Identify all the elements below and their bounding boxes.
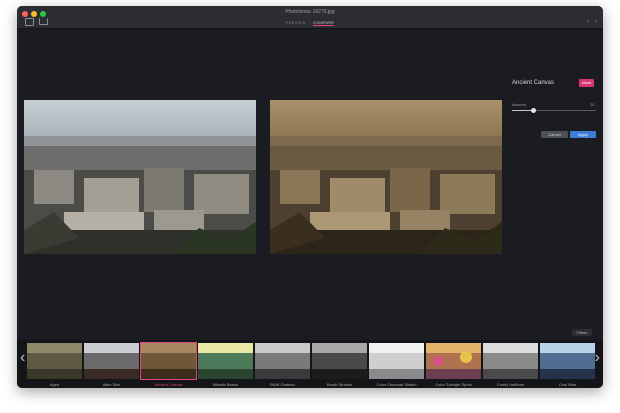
tab-preview[interactable]: PREVIEW <box>286 20 306 25</box>
filter-thumb-comic-halftone[interactable] <box>483 343 538 379</box>
filter-thumb-cool-blue[interactable] <box>540 343 595 379</box>
cancel-button[interactable]: Cancel <box>541 131 568 138</box>
filter-label-color-sunlight-spots: Color Sunlight Spots <box>435 382 472 387</box>
tab-compare[interactable]: COMPARE <box>312 20 335 26</box>
filter-label-comic-halftone: Comic Halftone <box>496 382 525 387</box>
apply-button[interactable]: Apply <box>570 131 596 138</box>
filter-strip: ‹ › Aged Alien Skin Ancient Canvas Atlan… <box>17 340 603 388</box>
mask-button[interactable]: Mask <box>579 79 594 87</box>
forward-arrow-icon[interactable]: › <box>595 18 597 25</box>
filter-label-cool-blue: Cool Blue <box>558 382 577 387</box>
filter-label-atlantic-beach: Atlantic Beach <box>212 382 239 387</box>
filter-thumb-aged[interactable] <box>27 343 82 379</box>
view-tabs: PREVIEW COMPARE <box>17 20 603 26</box>
filter-thumb-bw-grained[interactable] <box>255 343 310 379</box>
back-arrow-icon[interactable]: ‹ <box>587 18 589 25</box>
filter-label-aged: Aged <box>49 382 60 387</box>
amount-slider-knob[interactable] <box>531 108 537 113</box>
filter-thumb-atlantic-beach[interactable] <box>198 343 253 379</box>
filter-label-brush-strokes: Brush Strokes <box>326 382 353 387</box>
filter-thumb-ancient-canvas[interactable] <box>140 342 197 380</box>
filter-thumb-brush-strokes[interactable] <box>312 343 367 379</box>
window-title: Photolemur-16279.jpg <box>285 9 335 15</box>
after-photo <box>270 100 502 254</box>
filter-label-bw-grained: B&W Grained <box>270 382 295 387</box>
filters-button[interactable]: Filters <box>572 329 592 336</box>
amount-slider[interactable] <box>512 108 596 113</box>
before-photo <box>24 100 256 254</box>
filter-title: Ancient Canvas <box>512 80 555 86</box>
filter-thumb-color-sunlight-spots[interactable] <box>426 343 481 379</box>
filter-label-color-charcoal-sketch: Color Charcoal Sketch <box>376 382 417 387</box>
filter-thumb-color-charcoal-sketch[interactable] <box>369 343 424 379</box>
filter-thumb-alien-skin[interactable] <box>84 343 139 379</box>
scroll-left-icon[interactable]: ‹ <box>20 350 25 366</box>
app-window: Photolemur-16279.jpg PREVIEW COMPARE ‹ › <box>17 6 603 388</box>
scroll-right-icon[interactable]: › <box>595 350 600 366</box>
title-bar: Photolemur-16279.jpg PREVIEW COMPARE ‹ › <box>17 6 603 29</box>
filter-label-alien-skin: Alien Skin <box>102 382 121 387</box>
amount-label: Amount <box>512 102 526 107</box>
filter-label-ancient-canvas: Ancient Canvas <box>154 382 183 387</box>
amount-value: 20 <box>590 102 595 107</box>
